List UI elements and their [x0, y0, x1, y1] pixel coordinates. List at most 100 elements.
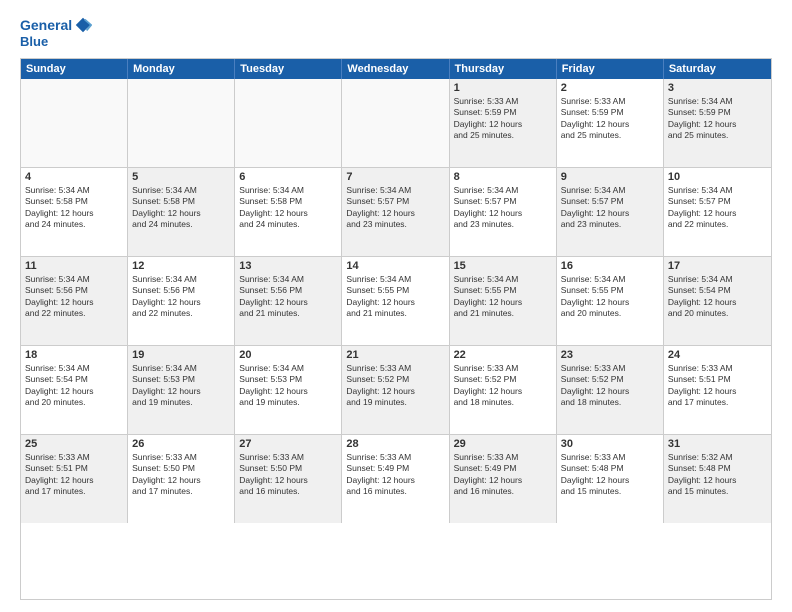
cell-line: Sunrise: 5:33 AM — [561, 96, 659, 107]
cell-line: and 18 minutes. — [454, 397, 552, 408]
cell-line: Daylight: 12 hours — [239, 297, 337, 308]
cell-line: and 16 minutes. — [454, 486, 552, 497]
cal-cell-19: 19Sunrise: 5:34 AMSunset: 5:53 PMDayligh… — [128, 346, 235, 434]
cell-line: Daylight: 12 hours — [132, 208, 230, 219]
cell-line: Sunset: 5:59 PM — [454, 107, 552, 118]
cell-line: Daylight: 12 hours — [25, 297, 123, 308]
cal-cell-18: 18Sunrise: 5:34 AMSunset: 5:54 PMDayligh… — [21, 346, 128, 434]
cal-cell-empty-3 — [342, 79, 449, 167]
logo-icon — [74, 16, 92, 34]
cal-cell-12: 12Sunrise: 5:34 AMSunset: 5:56 PMDayligh… — [128, 257, 235, 345]
cell-line: Daylight: 12 hours — [346, 386, 444, 397]
cell-line: Sunrise: 5:34 AM — [668, 185, 767, 196]
day-number: 14 — [346, 260, 444, 272]
cell-line: Daylight: 12 hours — [668, 208, 767, 219]
day-number: 3 — [668, 82, 767, 94]
cell-line: Sunrise: 5:34 AM — [239, 274, 337, 285]
cell-line: Sunset: 5:51 PM — [668, 374, 767, 385]
cell-line: Sunrise: 5:34 AM — [346, 185, 444, 196]
cal-cell-27: 27Sunrise: 5:33 AMSunset: 5:50 PMDayligh… — [235, 435, 342, 523]
cell-line: Daylight: 12 hours — [132, 386, 230, 397]
cal-cell-24: 24Sunrise: 5:33 AMSunset: 5:51 PMDayligh… — [664, 346, 771, 434]
day-number: 15 — [454, 260, 552, 272]
cell-line: Daylight: 12 hours — [561, 119, 659, 130]
cell-line: and 23 minutes. — [561, 219, 659, 230]
cell-line: Sunset: 5:56 PM — [132, 285, 230, 296]
header-day-saturday: Saturday — [664, 59, 771, 79]
day-number: 29 — [454, 438, 552, 450]
cell-line: and 19 minutes. — [132, 397, 230, 408]
day-number: 31 — [668, 438, 767, 450]
cell-line: Sunset: 5:53 PM — [132, 374, 230, 385]
day-number: 30 — [561, 438, 659, 450]
cell-line: and 18 minutes. — [561, 397, 659, 408]
cell-line: Daylight: 12 hours — [454, 475, 552, 486]
cell-line: Sunrise: 5:33 AM — [346, 363, 444, 374]
cell-line: Sunrise: 5:34 AM — [561, 274, 659, 285]
cell-line: Sunset: 5:57 PM — [668, 196, 767, 207]
cell-line: Sunset: 5:57 PM — [346, 196, 444, 207]
day-number: 13 — [239, 260, 337, 272]
cell-line: Sunset: 5:58 PM — [239, 196, 337, 207]
cell-line: Daylight: 12 hours — [454, 119, 552, 130]
cell-line: Sunset: 5:50 PM — [132, 463, 230, 474]
cell-line: Daylight: 12 hours — [132, 475, 230, 486]
cal-cell-2: 2Sunrise: 5:33 AMSunset: 5:59 PMDaylight… — [557, 79, 664, 167]
cell-line: Daylight: 12 hours — [25, 475, 123, 486]
cell-line: Daylight: 12 hours — [239, 475, 337, 486]
cell-line: Sunrise: 5:34 AM — [239, 363, 337, 374]
cal-cell-17: 17Sunrise: 5:34 AMSunset: 5:54 PMDayligh… — [664, 257, 771, 345]
cell-line: Sunset: 5:53 PM — [239, 374, 337, 385]
day-number: 9 — [561, 171, 659, 183]
cell-line: Sunset: 5:51 PM — [25, 463, 123, 474]
cell-line: and 21 minutes. — [454, 308, 552, 319]
cell-line: Sunrise: 5:34 AM — [454, 274, 552, 285]
week-row-2: 4 Sunrise: 5:34 AM Sunset: 5:58 PM Daylight… — [21, 167, 771, 256]
cell-line: and 24 minutes. — [239, 219, 337, 230]
cal-cell-16: 16Sunrise: 5:34 AMSunset: 5:55 PMDayligh… — [557, 257, 664, 345]
week-row-1: 1Sunrise: 5:33 AMSunset: 5:59 PMDaylight… — [21, 79, 771, 167]
header-day-monday: Monday — [128, 59, 235, 79]
cell-line: and 19 minutes. — [346, 397, 444, 408]
cell-line: and 15 minutes. — [668, 486, 767, 497]
cell-line: and 25 minutes. — [561, 130, 659, 141]
cal-cell-29: 29Sunrise: 5:33 AMSunset: 5:49 PMDayligh… — [450, 435, 557, 523]
cal-cell-28: 28Sunrise: 5:33 AMSunset: 5:49 PMDayligh… — [342, 435, 449, 523]
cal-cell-7: 7Sunrise: 5:34 AMSunset: 5:57 PMDaylight… — [342, 168, 449, 256]
day-number: 12 — [132, 260, 230, 272]
cell-line: Daylight: 12 hours — [561, 475, 659, 486]
day-number: 5 — [132, 171, 230, 183]
day-number: 6 — [239, 171, 337, 183]
calendar-body: 1Sunrise: 5:33 AMSunset: 5:59 PMDaylight… — [21, 79, 771, 523]
cell-line: Sunrise: 5:32 AM — [668, 452, 767, 463]
cell-line: Sunrise: 5:33 AM — [454, 452, 552, 463]
cell-line: Sunrise: 5:33 AM — [454, 363, 552, 374]
cell-line: Sunrise: 5:34 AM — [561, 185, 659, 196]
day-number: 17 — [668, 260, 767, 272]
cal-cell-21: 21Sunrise: 5:33 AMSunset: 5:52 PMDayligh… — [342, 346, 449, 434]
cell-line: Daylight: 12 hours — [346, 208, 444, 219]
cell-line: Sunrise: 5:34 AM — [132, 363, 230, 374]
cal-cell-10: 10Sunrise: 5:34 AMSunset: 5:57 PMDayligh… — [664, 168, 771, 256]
cell-line: and 22 minutes. — [132, 308, 230, 319]
cell-line: Sunset: 5:49 PM — [346, 463, 444, 474]
cell-line: Sunset: 5:55 PM — [561, 285, 659, 296]
calendar-header: SundayMondayTuesdayWednesdayThursdayFrid… — [21, 59, 771, 79]
day-number: 28 — [346, 438, 444, 450]
day-number: 25 — [25, 438, 123, 450]
cell-line: Sunrise: 5:33 AM — [346, 452, 444, 463]
day-number: 1 — [454, 82, 552, 94]
cell-line: Sunset: 5:54 PM — [25, 374, 123, 385]
day-number: 20 — [239, 349, 337, 361]
header-day-tuesday: Tuesday — [235, 59, 342, 79]
cal-cell-30: 30Sunrise: 5:33 AMSunset: 5:48 PMDayligh… — [557, 435, 664, 523]
cell-line: and 16 minutes. — [346, 486, 444, 497]
day-number: 4 — [25, 171, 123, 183]
day-number: 8 — [454, 171, 552, 183]
cell-line: Sunrise: 5:33 AM — [668, 363, 767, 374]
cell-line: Sunset: 5:48 PM — [668, 463, 767, 474]
cell-line: Sunset: 5:52 PM — [346, 374, 444, 385]
cell-line: Sunrise: 5:33 AM — [561, 452, 659, 463]
day-number: 18 — [25, 349, 123, 361]
cal-cell-25: 25Sunrise: 5:33 AMSunset: 5:51 PMDayligh… — [21, 435, 128, 523]
